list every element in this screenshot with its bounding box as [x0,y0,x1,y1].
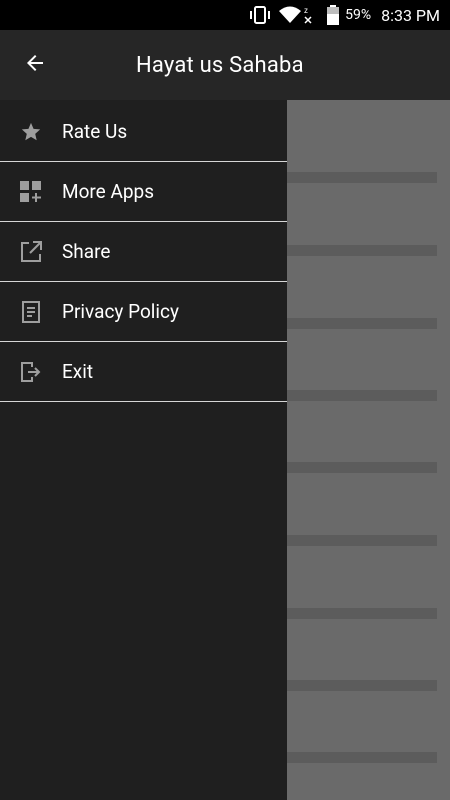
list-divider [287,390,437,401]
list-divider [287,608,437,619]
drawer-item-share[interactable]: Share [0,222,287,282]
app-title: Hayat us Sahaba [136,52,304,78]
status-bar: z 59% 8:33 PM [0,0,450,30]
list-divider [287,172,437,183]
apps-grid-icon [20,180,42,203]
no-signal-icon: z [303,5,313,25]
list-divider [287,680,437,691]
back-button[interactable] [0,30,70,100]
drawer-item-label: Privacy Policy [62,300,179,323]
list-divider [287,752,437,763]
navigation-drawer: Rate Us More Apps Share Privacy Policy E… [0,100,287,800]
app-bar: Hayat us Sahaba [0,30,450,100]
drawer-item-exit[interactable]: Exit [0,342,287,402]
document-icon [20,300,42,323]
drawer-item-more-apps[interactable]: More Apps [0,162,287,222]
list-divider [287,245,437,256]
exit-icon [20,361,42,383]
battery-icon [327,5,340,25]
share-external-icon [20,240,42,263]
svg-text:z: z [304,6,308,15]
drawer-item-label: More Apps [62,180,155,203]
star-icon [20,121,42,143]
vibrate-icon [249,6,271,24]
list-divider [287,535,437,546]
clock: 8:33 PM [381,5,440,25]
drawer-item-rate-us[interactable]: Rate Us [0,102,287,162]
arrow-back-icon [23,51,47,79]
drawer-item-label: Share [62,240,111,263]
list-divider [287,318,437,329]
drawer-item-privacy-policy[interactable]: Privacy Policy [0,282,287,342]
drawer-item-label: Rate Us [62,120,128,143]
drawer-item-label: Exit [62,360,94,383]
wifi-icon [279,6,302,24]
battery-percent: 59% [345,7,372,23]
background-content-scrim[interactable] [287,100,450,800]
list-divider [287,462,437,473]
